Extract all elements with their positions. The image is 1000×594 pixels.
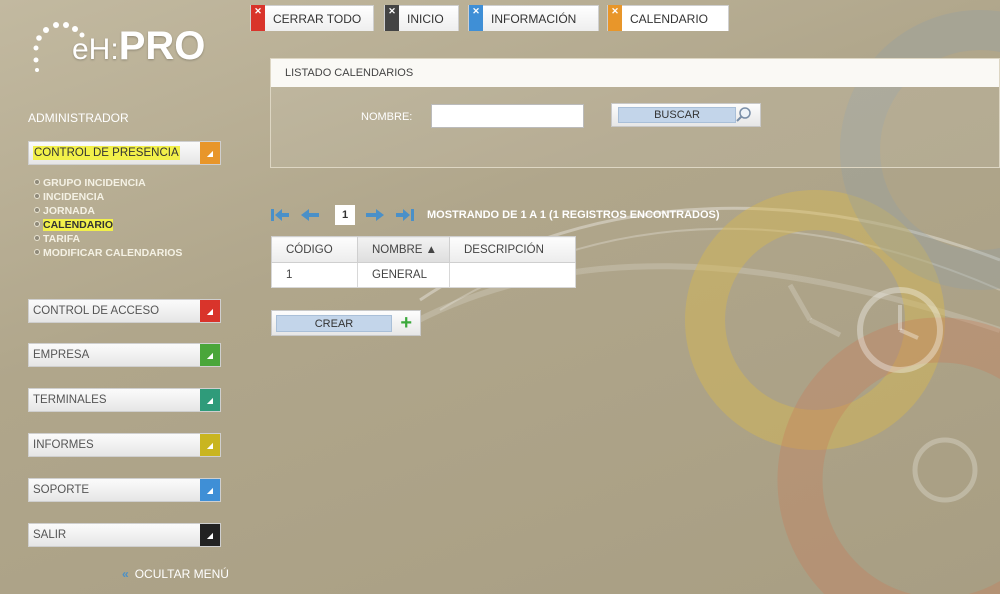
menu-control-presencia[interactable]: CONTROL DE PRESENCIA ◢ <box>28 141 221 165</box>
submenu-item-grupo-incidencia[interactable]: GRUPO INCIDENCIA <box>34 176 182 190</box>
nombre-label: NOMBRE: <box>361 111 413 123</box>
sidebar: eH:PRO ADMINISTRADOR CONTROL DE PRESENCI… <box>0 0 255 594</box>
search-button[interactable]: BUSCAR <box>611 103 761 127</box>
cell-descripcion <box>449 262 576 288</box>
close-icon[interactable]: ✕ <box>385 5 399 31</box>
plus-icon: + <box>400 312 412 334</box>
close-icon[interactable]: ✕ <box>251 5 265 31</box>
pager-info: MOSTRANDO DE 1 A 1 (1 REGISTROS ENCONTRA… <box>427 209 720 221</box>
first-page-icon[interactable] <box>270 207 290 223</box>
submenu-item-modificar-calendarios[interactable]: MODIFICAR CALENDARIOS <box>34 246 182 260</box>
submenu-item-calendario[interactable]: CALENDARIO <box>34 218 182 232</box>
cell-nombre: GENERAL <box>357 262 450 288</box>
bullet-icon <box>34 249 40 255</box>
expand-triangle-icon: ◢ <box>200 300 220 322</box>
calendars-table: CÓDIGO NOMBRE ▲ DESCRIPCIÓN 1 GENERAL <box>271 236 576 288</box>
submenu-item-jornada[interactable]: JORNADA <box>34 204 182 218</box>
logo-text: eH:PRO <box>72 24 206 68</box>
expand-triangle-icon: ◢ <box>200 142 220 164</box>
menu-salir[interactable]: SALIR ◢ <box>28 523 221 547</box>
tab-calendario[interactable]: ✕ CALENDARIO <box>607 5 729 31</box>
close-icon[interactable]: ✕ <box>608 5 622 31</box>
search-panel: LISTADO CALENDARIOS NOMBRE: BUSCAR <box>270 58 1000 168</box>
expand-triangle-icon: ◢ <box>200 389 220 411</box>
search-button-label: BUSCAR <box>618 107 736 123</box>
hide-menu-link[interactable]: «OCULTAR MENÚ <box>122 567 229 581</box>
last-page-icon[interactable] <box>395 207 415 223</box>
tab-inicio[interactable]: ✕ INICIO <box>384 5 459 31</box>
column-nombre[interactable]: NOMBRE ▲ <box>357 236 450 263</box>
bullet-icon <box>34 221 40 227</box>
menu-informes[interactable]: INFORMES ◢ <box>28 433 221 457</box>
cell-codigo: 1 <box>271 262 358 288</box>
magnifier-icon <box>736 107 751 122</box>
submenu-item-tarifa[interactable]: TARIFA <box>34 232 182 246</box>
current-page: 1 <box>335 205 355 225</box>
column-codigo[interactable]: CÓDIGO <box>271 236 358 263</box>
menu-soporte[interactable]: SOPORTE ◢ <box>28 478 221 502</box>
create-button[interactable]: CREAR + <box>271 310 421 336</box>
menu-control-acceso[interactable]: CONTROL DE ACCESO ◢ <box>28 299 221 323</box>
double-left-arrow-icon: « <box>122 567 129 581</box>
table-header-row: CÓDIGO NOMBRE ▲ DESCRIPCIÓN <box>271 236 576 263</box>
column-descripcion[interactable]: DESCRIPCIÓN <box>449 236 576 263</box>
menu-terminales[interactable]: TERMINALES ◢ <box>28 388 221 412</box>
previous-page-icon[interactable] <box>300 207 320 223</box>
user-role: ADMINISTRADOR <box>28 111 129 125</box>
submenu-item-incidencia[interactable]: INCIDENCIA <box>34 190 182 204</box>
nombre-input[interactable] <box>431 104 584 128</box>
submenu-control-presencia: GRUPO INCIDENCIA INCIDENCIA JORNADA CALE… <box>34 176 182 260</box>
menu-empresa[interactable]: EMPRESA ◢ <box>28 343 221 367</box>
menu-label: CONTROL DE PRESENCIA <box>33 146 180 160</box>
ehpro-logo[interactable]: eH:PRO <box>28 18 228 78</box>
create-button-label: CREAR <box>276 315 392 332</box>
panel-title: LISTADO CALENDARIOS <box>271 59 999 87</box>
bullet-icon <box>34 235 40 241</box>
close-icon[interactable]: ✕ <box>469 5 483 31</box>
expand-triangle-icon: ◢ <box>200 524 220 546</box>
tab-informacion[interactable]: ✕ INFORMACIÓN <box>468 5 599 31</box>
expand-triangle-icon: ◢ <box>200 434 220 456</box>
expand-triangle-icon: ◢ <box>200 344 220 366</box>
bullet-icon <box>34 207 40 213</box>
bullet-icon <box>34 193 40 199</box>
next-page-icon[interactable] <box>365 207 385 223</box>
bullet-icon <box>34 179 40 185</box>
expand-triangle-icon: ◢ <box>200 479 220 501</box>
table-row[interactable]: 1 GENERAL <box>271 262 576 288</box>
tab-cerrar-todo[interactable]: ✕ CERRAR TODO <box>250 5 374 31</box>
pager: 1 MOSTRANDO DE 1 A 1 (1 REGISTROS ENCONT… <box>270 205 870 225</box>
panel-body: NOMBRE: BUSCAR <box>271 87 999 167</box>
